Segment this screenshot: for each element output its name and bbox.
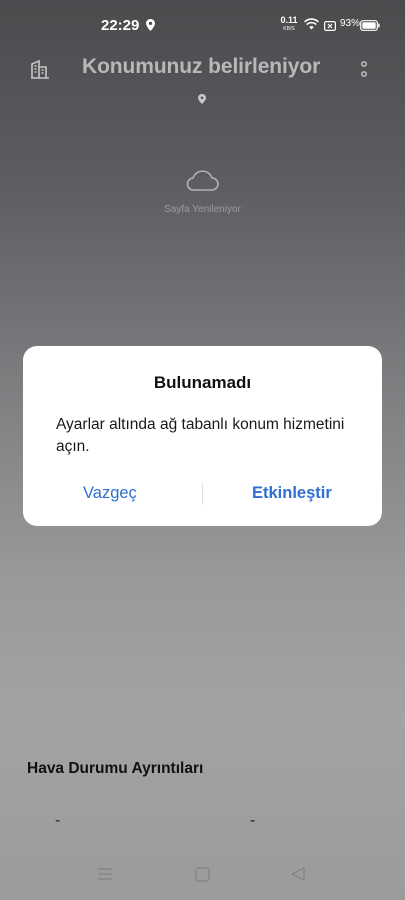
location-error-dialog: Bulunamadı Ayarlar altında ağ tabanlı ko… xyxy=(23,346,382,526)
dialog-message: Ayarlar altında ağ tabanlı konum hizmeti… xyxy=(56,416,345,455)
dialog-title: Bulunamadı xyxy=(153,373,252,392)
loading-text: Sayfa Yenileniyor xyxy=(164,204,241,215)
battery-percent: 93% xyxy=(340,18,361,29)
building-icon[interactable] xyxy=(30,59,50,84)
details-value-right: - xyxy=(250,812,256,829)
location-pin-icon xyxy=(198,91,206,109)
weather-details-title: Hava Durumu Ayrıntıları xyxy=(27,760,204,777)
network-speed: 0.11 KB/S xyxy=(280,15,298,33)
back-icon[interactable] xyxy=(290,866,306,887)
enable-button[interactable]: Etkinleştir xyxy=(252,484,332,503)
wifi-icon xyxy=(304,17,319,35)
details-value-left: - xyxy=(55,812,61,829)
battery-icon xyxy=(360,18,380,36)
home-icon[interactable] xyxy=(195,867,210,887)
status-time: 22:29 xyxy=(101,17,140,34)
more-vertical-icon[interactable] xyxy=(359,60,369,85)
status-bar: 22:29 0.11 KB/S 93% xyxy=(0,0,405,50)
menu-icon[interactable] xyxy=(97,867,113,886)
location-pin-icon xyxy=(146,18,155,36)
sim-icon xyxy=(324,18,337,36)
cloud-icon xyxy=(186,168,219,197)
cancel-button[interactable]: Vazgeç xyxy=(83,484,137,503)
page-title: Konumunuz belirleniyor xyxy=(82,55,321,78)
button-divider xyxy=(202,483,203,505)
